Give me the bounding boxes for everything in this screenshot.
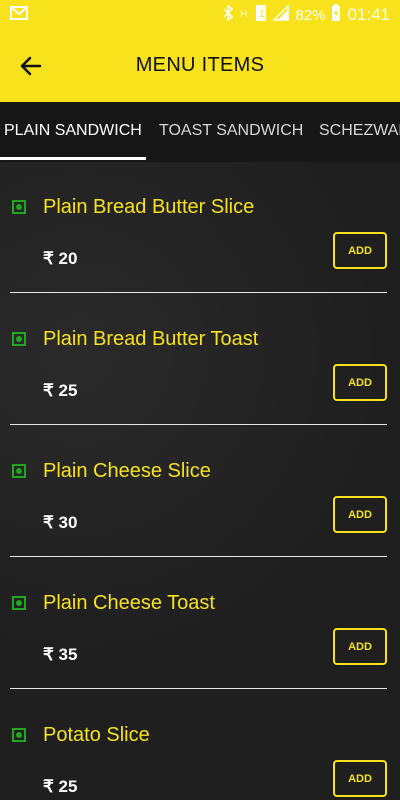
add-button[interactable]: ADD	[333, 364, 387, 401]
email-icon	[10, 6, 28, 25]
divider	[10, 688, 387, 689]
veg-icon	[12, 200, 26, 214]
veg-icon	[12, 596, 26, 610]
list-item: Plain Bread Butter Toast ₹ 25 ADD	[0, 294, 400, 426]
list-item: Plain Bread Butter Slice ₹ 20 ADD	[0, 162, 400, 294]
signal-h-icon: H	[239, 5, 249, 25]
battery-charging-icon	[331, 4, 341, 26]
item-name: Plain Bread Butter Toast	[43, 328, 259, 350]
list-item: Potato Slice ₹ 25 ADD	[0, 690, 400, 800]
add-button[interactable]: ADD	[333, 232, 387, 269]
sim-1-icon: 1	[255, 4, 267, 26]
menu-list[interactable]: Plain Bread Butter Slice ₹ 20 ADD Plain …	[0, 162, 400, 800]
item-price: ₹ 25	[43, 381, 78, 400]
add-button[interactable]: ADD	[333, 760, 387, 797]
item-price: ₹ 20	[43, 249, 78, 268]
item-name: Plain Cheese Toast	[43, 592, 215, 614]
tab-toast-sandwich[interactable]: TOAST SANDWICH	[159, 122, 303, 140]
item-name: Plain Bread Butter Slice	[43, 196, 255, 218]
add-button[interactable]: ADD	[333, 628, 387, 665]
app-bar: MENU ITEMS	[0, 28, 400, 102]
signal-icon	[272, 4, 290, 25]
list-item: Plain Cheese Slice ₹ 30 ADD	[0, 426, 400, 558]
veg-icon	[12, 464, 26, 478]
svg-text:1: 1	[259, 9, 265, 20]
add-button[interactable]: ADD	[333, 496, 387, 533]
veg-icon	[12, 332, 26, 346]
list-item: Plain Cheese Toast ₹ 35 ADD	[0, 558, 400, 690]
item-price: ₹ 30	[43, 513, 78, 532]
tab-plain-sandwich[interactable]: PLAIN SANDWICH	[4, 122, 142, 140]
arrow-left-icon[interactable]	[18, 52, 46, 80]
item-price: ₹ 25	[43, 777, 78, 796]
item-name: Plain Cheese Slice	[43, 460, 211, 482]
page-title: MENU ITEMS	[135, 53, 265, 76]
status-bar: H 1 82% 01:41	[0, 0, 400, 28]
category-tabs: PLAIN SANDWICH TOAST SANDWICH SCHEZWAN	[0, 102, 400, 162]
item-name: Potato Slice	[43, 724, 150, 746]
item-price: ₹ 35	[43, 645, 78, 664]
clock: 01:41	[347, 5, 390, 24]
veg-icon	[12, 728, 26, 742]
divider	[10, 424, 387, 425]
divider	[10, 292, 387, 293]
svg-text:H: H	[240, 9, 247, 20]
tab-indicator	[0, 157, 146, 160]
battery-text: 82%	[295, 6, 326, 24]
tab-schezwan[interactable]: SCHEZWAN	[319, 122, 400, 140]
bluetooth-icon	[223, 4, 234, 25]
divider	[10, 556, 387, 557]
